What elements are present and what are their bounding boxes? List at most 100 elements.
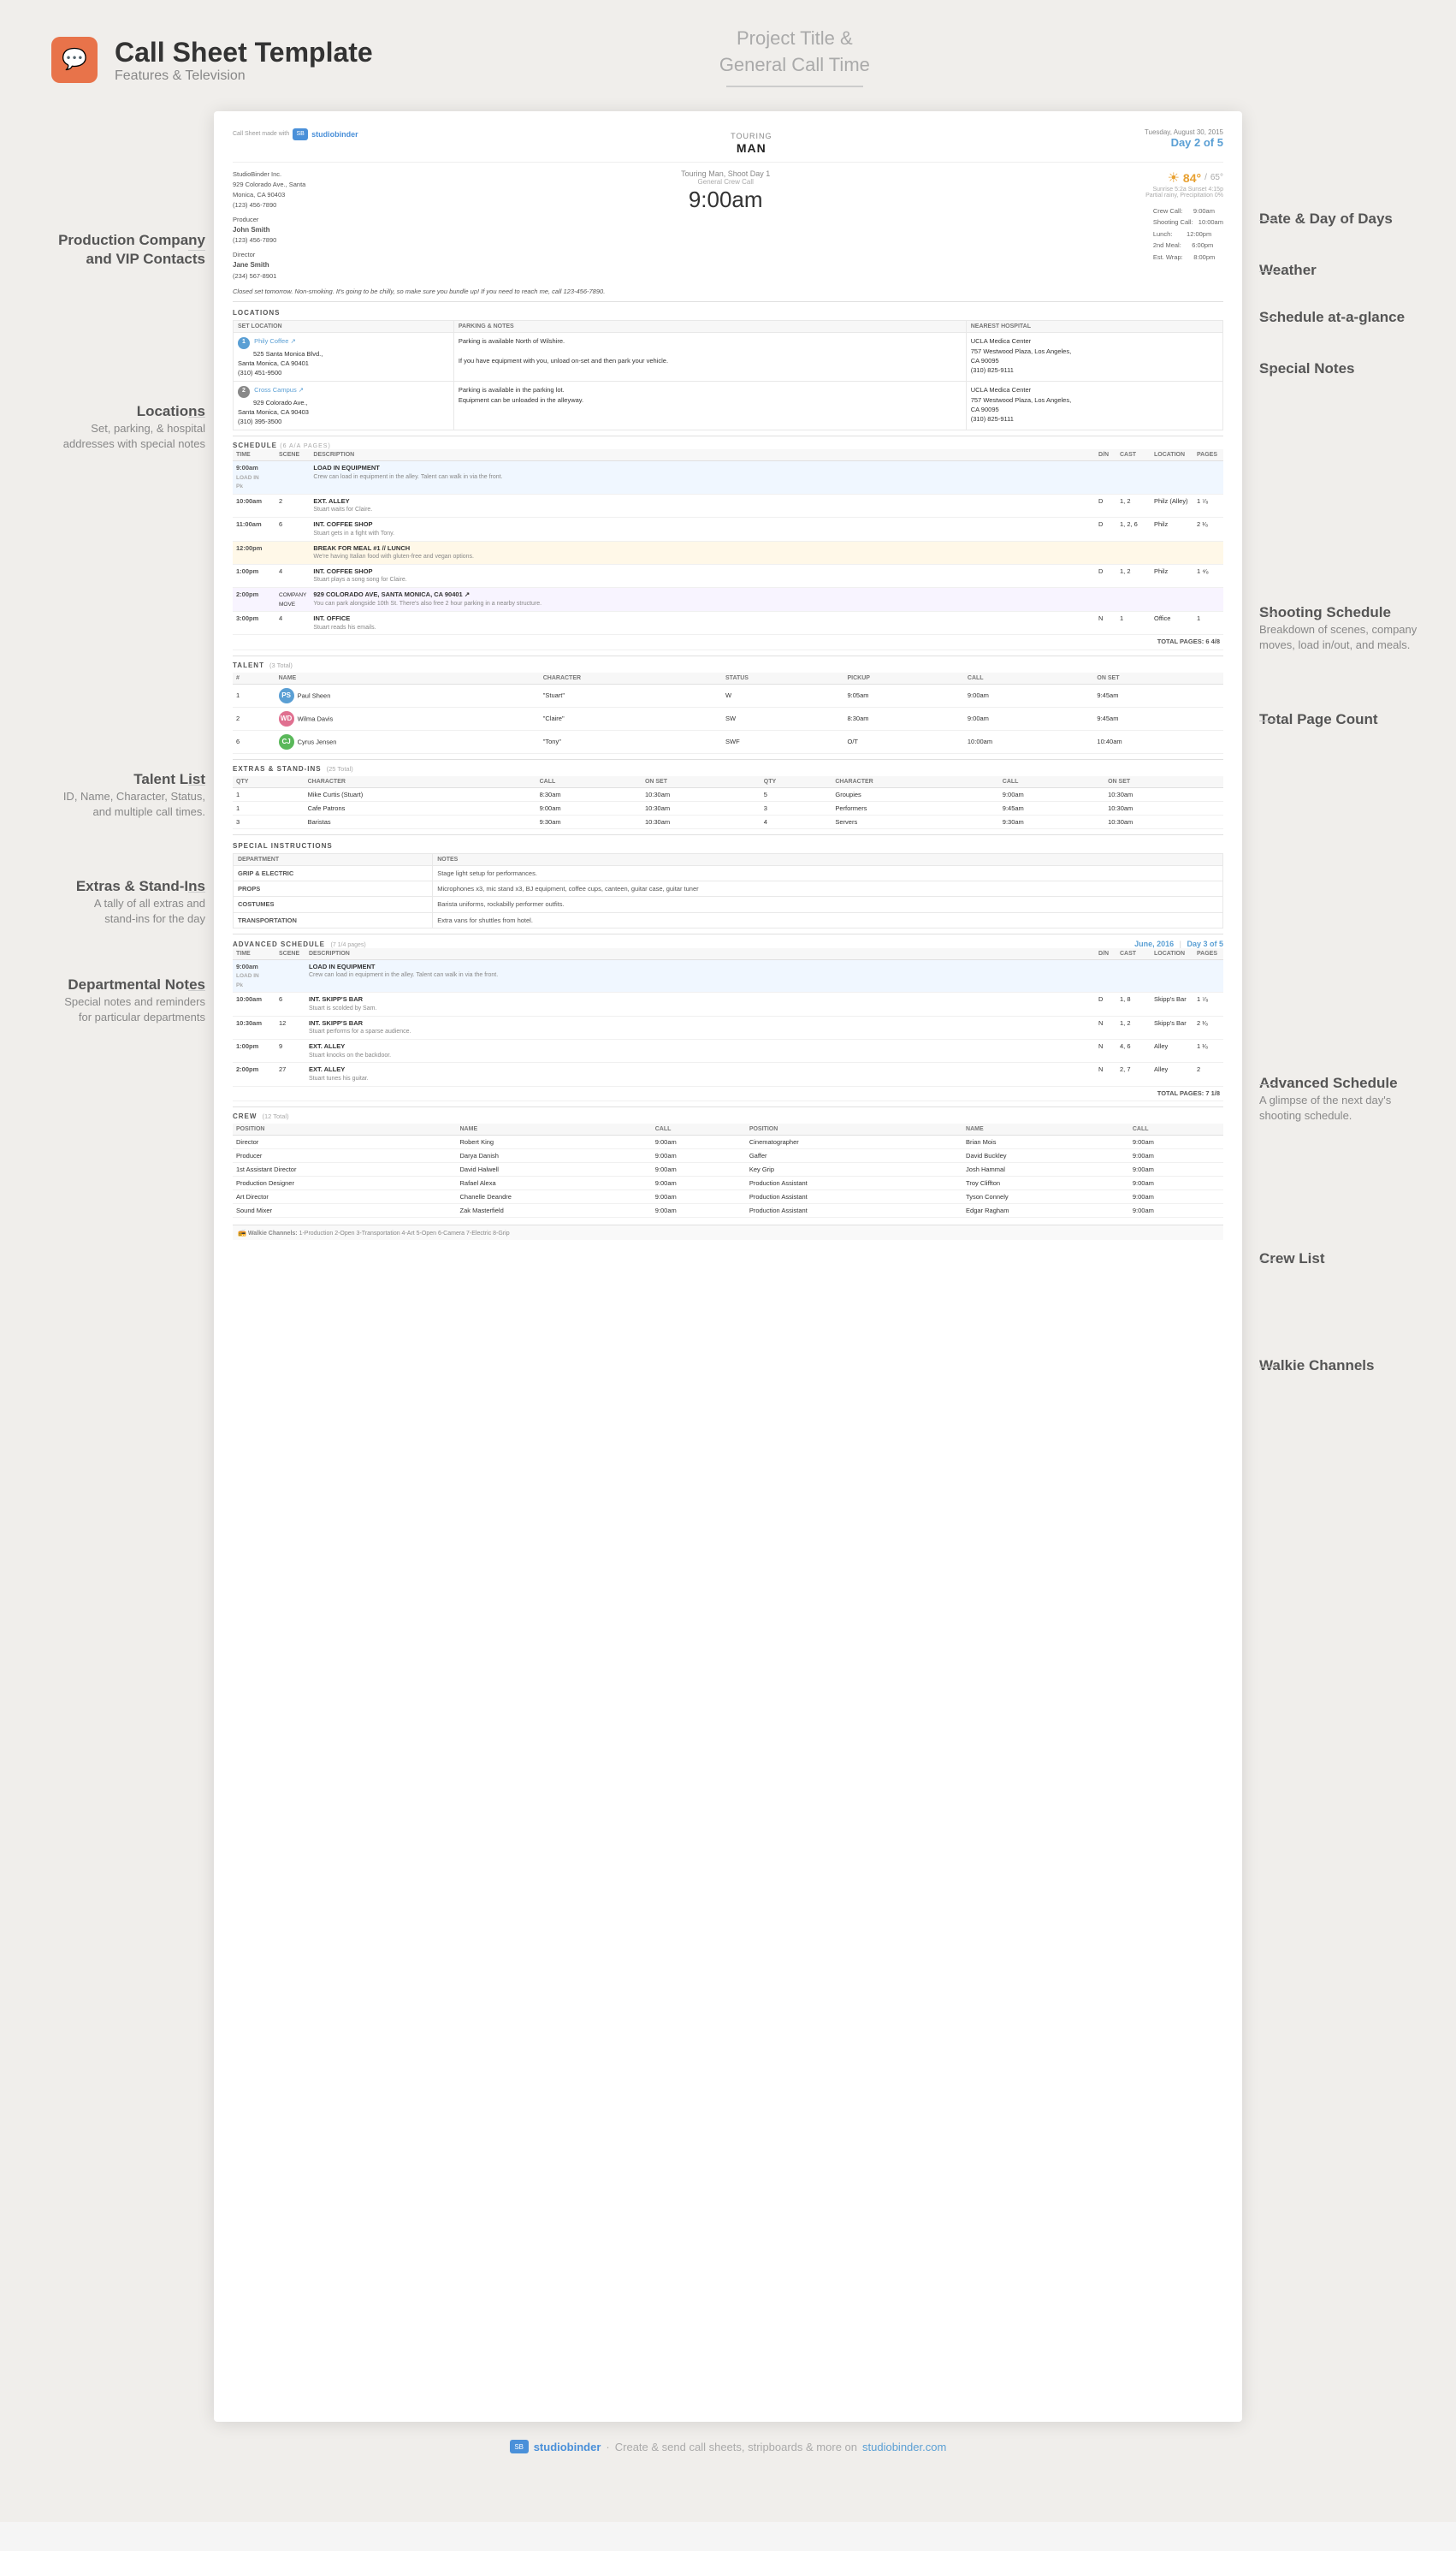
right-annotations: Date & Day of Days Weather Schedule at-a… bbox=[1242, 111, 1430, 2422]
crew-3-name2: Josh Hammal bbox=[962, 1163, 1129, 1177]
locations-header: LOCATIONS bbox=[233, 309, 1223, 317]
ext-1-char2: Groupies bbox=[832, 787, 998, 801]
sched-col-pages: PAGES bbox=[1193, 449, 1223, 461]
adv-scene-3: 12 bbox=[275, 1016, 305, 1039]
sched-pages-7: 1 bbox=[1193, 612, 1223, 635]
crew-3-call2: 9:00am bbox=[1129, 1163, 1223, 1177]
crew-5-pos1: Art Director bbox=[233, 1190, 457, 1204]
crew-2-pos2: Gaffer bbox=[746, 1149, 962, 1163]
adv-col-location: LOCATION bbox=[1151, 948, 1193, 960]
adv-schedule-day: Day 3 of 5 bbox=[1187, 940, 1223, 948]
sched-dn-7: N bbox=[1095, 612, 1116, 635]
extras-count: (25 Total) bbox=[327, 765, 353, 773]
ext-2-call1: 9:00am bbox=[536, 801, 642, 815]
talent-1-name: PSPaul Sheen bbox=[275, 684, 540, 707]
adv-schedule-header: ADVANCED SCHEDULE bbox=[233, 940, 325, 948]
right-annotation-weather: Weather bbox=[1259, 261, 1430, 280]
left-annotations: Production Companyand VIP Contacts Locat… bbox=[26, 111, 214, 2422]
adv-time-2: 10:00am bbox=[233, 993, 275, 1016]
ext-col-char2: CHARACTER bbox=[832, 776, 998, 788]
adv-dn-5: N bbox=[1095, 1063, 1116, 1086]
talent-table: # NAME CHARACTER STATUS PICKUP CALL ON S… bbox=[233, 673, 1223, 754]
general-call-label: General Crew Call bbox=[681, 178, 770, 186]
talent-col-name: NAME bbox=[275, 673, 540, 685]
ext-1-onset2: 10:30am bbox=[1104, 787, 1223, 801]
sched-pages-3: 2 ¹⁄₈ bbox=[1193, 518, 1223, 541]
adv-scene-4: 9 bbox=[275, 1040, 305, 1063]
loc-col-parking: PARKING & NOTES bbox=[453, 321, 966, 333]
annotation-talent-title: Talent List bbox=[26, 770, 205, 789]
ext-2-onset2: 10:30am bbox=[1104, 801, 1223, 815]
crew-header-row: CREW (12 Total) bbox=[233, 1112, 1223, 1120]
talent-3-avatar: CJ bbox=[279, 734, 294, 750]
shoot-day: Touring Man, Shoot Day 1 bbox=[681, 169, 770, 178]
adv-desc-3: INT. SKIPP'S BAR Stuart performs for a s… bbox=[305, 1016, 1095, 1039]
talent-row-3: 6 CJCyrus Jensen "Tony" SWF O/T 10:00am … bbox=[233, 730, 1223, 753]
adv-desc-5: EXT. ALLEY Stuart tunes his guitar. bbox=[305, 1063, 1095, 1086]
adv-schedule-pages-note: (7 1/4 pages) bbox=[330, 942, 365, 948]
sched-time-6: 2:00pm bbox=[233, 588, 275, 612]
crew-col-call2: CALL bbox=[1129, 1124, 1223, 1136]
right-annotation-walkie: Walkie Channels bbox=[1259, 1356, 1430, 1375]
special-instructions-header: SPECIAL INSTRUCTIONS bbox=[233, 842, 1223, 850]
sched-row-4: 12:00pm BREAK FOR MEAL #1 // LUNCH We're… bbox=[233, 541, 1223, 564]
crew-col-name2: NAME bbox=[962, 1124, 1129, 1136]
crew-row-5: Art Director Chanelle Deandre 9:00am Pro… bbox=[233, 1190, 1223, 1204]
temp-separator: / bbox=[1204, 173, 1207, 182]
adv-dn-3: N bbox=[1095, 1016, 1116, 1039]
si-row-2: PROPS Microphones x3, mic stand x3, BJ e… bbox=[234, 881, 1223, 897]
doc-date: Tuesday, August 30, 2015 bbox=[1145, 128, 1223, 136]
sched-desc-5: INT. COFFEE SHOP Stuart plays a song son… bbox=[310, 564, 1095, 587]
annotation-locations: Locations Set, parking, & hospitaladdres… bbox=[26, 402, 205, 452]
talent-2-char: "Claire" bbox=[540, 707, 722, 730]
adv-schedule-date: June, 2016 bbox=[1134, 940, 1174, 948]
adv-total-pages-row: TOTAL PAGES: 7 1/8 bbox=[233, 1086, 1223, 1101]
crew-3-name1: David Halwell bbox=[457, 1163, 652, 1177]
walkie-label: Walkie Channels: bbox=[248, 1231, 298, 1237]
sched-desc-1: LOAD IN EQUIPMENT Crew can load in equip… bbox=[310, 461, 1095, 495]
weather-block: ☀ 84° / 65° Sunrise 5:2a Sunset 4:15p Pa… bbox=[1145, 169, 1223, 199]
crew-4-call2: 9:00am bbox=[1129, 1177, 1223, 1190]
adv-time-3: 10:30am bbox=[233, 1016, 275, 1039]
sched-cast-3: 1, 2, 6 bbox=[1116, 518, 1151, 541]
right-annotation-shooting: Shooting Schedule Breakdown of scenes, c… bbox=[1259, 603, 1430, 653]
crew-1-name2: Brian Mois bbox=[962, 1136, 1129, 1149]
talent-row-1: 1 PSPaul Sheen "Stuart" W 9:05am 9:00am … bbox=[233, 684, 1223, 707]
extras-row-2: 1 Cafe Patrons 9:00am 10:30am 3 Performe… bbox=[233, 801, 1223, 815]
sched-time-5: 1:00pm bbox=[233, 564, 275, 587]
weather-sub: Partial rainy, Precipitation 0% bbox=[1145, 193, 1223, 199]
sched-dn-3: D bbox=[1095, 518, 1116, 541]
talent-1-avatar: PS bbox=[279, 688, 294, 703]
ext-3-call1: 9:30am bbox=[536, 815, 642, 828]
ext-col-call2: CALL bbox=[999, 776, 1104, 788]
adv-pages-3: 2 ¹⁄₈ bbox=[1193, 1016, 1223, 1039]
ext-1-onset1: 10:30am bbox=[642, 787, 761, 801]
si-dept-1: GRIP & ELECTRIC bbox=[234, 865, 433, 881]
crew-count: (12 Total) bbox=[262, 1112, 288, 1120]
annotation-dept-title: Departmental Notes bbox=[26, 976, 205, 994]
sched-time-3: 11:00am bbox=[233, 518, 275, 541]
talent-2-onset: 9:45am bbox=[1093, 707, 1223, 730]
footer-logo-icon: SB bbox=[510, 2440, 529, 2453]
right-annotation-weather-title: Weather bbox=[1259, 261, 1430, 280]
adv-loc-4: Alley bbox=[1151, 1040, 1193, 1063]
adv-cast-1 bbox=[1116, 959, 1151, 993]
adv-time-1: 9:00amLOAD INPk bbox=[233, 959, 275, 993]
si-notes-4: Extra vans for shuttles from hotel. bbox=[433, 912, 1223, 928]
studiobinder-logo-icon: SB bbox=[293, 128, 308, 140]
sched-dn-2: D bbox=[1095, 494, 1116, 517]
weather-temp-row: ☀ 84° / 65° bbox=[1168, 169, 1223, 187]
loc1-name: Phily Coffee ↗ bbox=[254, 337, 296, 345]
adv-col-scene: SCENE bbox=[275, 948, 305, 960]
schedule-glance: Crew Call: 9:00am Shooting Call: 10:00am… bbox=[1153, 205, 1223, 264]
sched-loc-3: Philz bbox=[1151, 518, 1193, 541]
adv-cast-5: 2, 7 bbox=[1116, 1063, 1151, 1086]
talent-3-onset: 10:40am bbox=[1093, 730, 1223, 753]
si-notes-2: Microphones x3, mic stand x3, BJ equipme… bbox=[433, 881, 1223, 897]
crew-1-call2: 9:00am bbox=[1129, 1136, 1223, 1149]
made-with-label: Call Sheet made with bbox=[233, 131, 289, 137]
crew-6-name1: Zak Masterfield bbox=[457, 1204, 652, 1218]
adv-scene-5: 27 bbox=[275, 1063, 305, 1086]
talent-1-call: 9:00am bbox=[964, 684, 1094, 707]
sched-dn-5: D bbox=[1095, 564, 1116, 587]
